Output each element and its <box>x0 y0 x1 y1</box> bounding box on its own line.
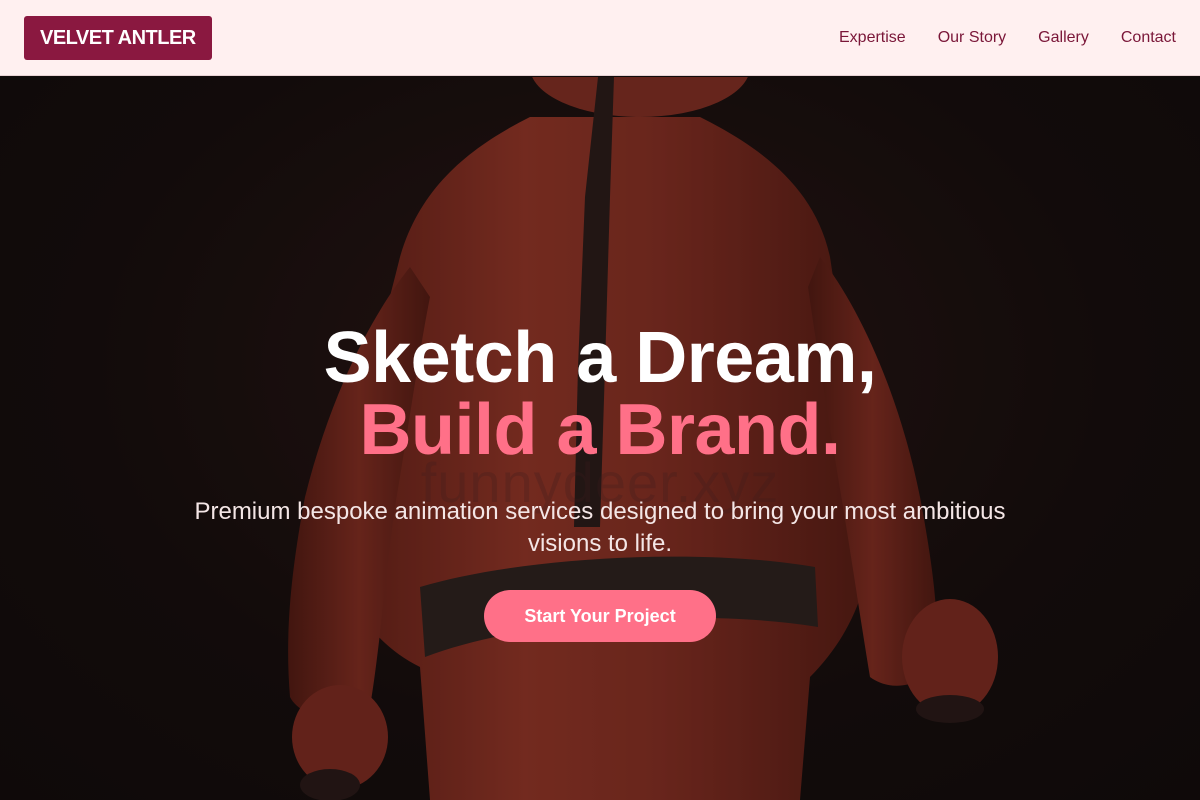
hero-section: funnydeer.xyz Sketch a Dream, Build a Br… <box>0 77 1200 800</box>
nav-link-contact[interactable]: Contact <box>1121 29 1176 47</box>
brand-logo[interactable]: VELVET ANTLER <box>24 15 212 60</box>
nav-links: Expertise Our Story Gallery Contact <box>839 29 1176 47</box>
nav-link-our-story[interactable]: Our Story <box>938 29 1006 47</box>
hero-headline: Sketch a Dream, Build a Brand. <box>0 322 1200 466</box>
hero-tagline: Premium bespoke animation services desig… <box>194 498 1006 557</box>
nav-link-gallery[interactable]: Gallery <box>1038 29 1089 47</box>
start-project-button[interactable]: Start Your Project <box>484 590 716 642</box>
hero-content: Sketch a Dream, Build a Brand. Premium b… <box>0 322 1200 642</box>
top-navigation: VELVET ANTLER Expertise Our Story Galler… <box>0 0 1200 76</box>
headline-line-1: Sketch a Dream, <box>323 318 877 398</box>
nav-link-expertise[interactable]: Expertise <box>839 29 906 47</box>
headline-line-2: Build a Brand. <box>359 390 841 470</box>
